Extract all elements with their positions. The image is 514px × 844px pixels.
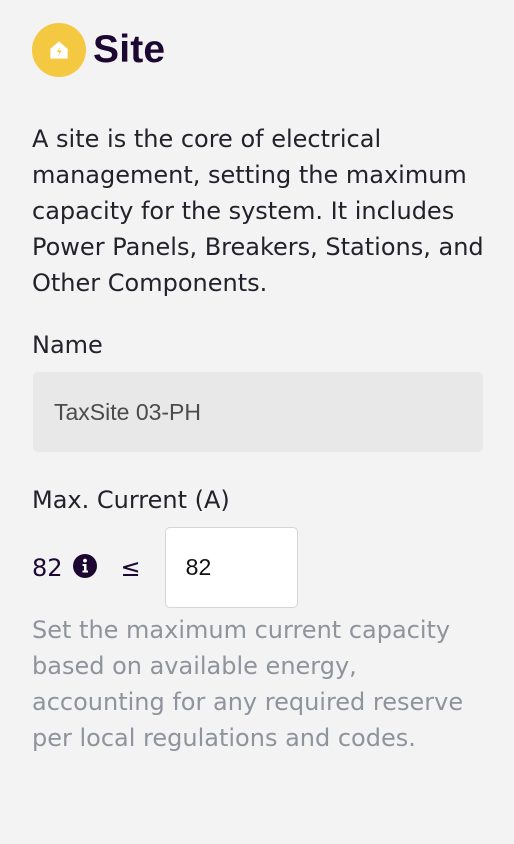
site-description: A site is the core of electrical managem… [32, 125, 484, 297]
max-current-row: 82 ≤ [32, 527, 298, 608]
max-current-label: Max. Current (A) [32, 486, 230, 514]
name-label: Name [32, 331, 103, 359]
max-current-available: 82 [32, 553, 63, 582]
site-header: Site [32, 23, 165, 77]
max-current-input[interactable] [164, 527, 298, 608]
info-icon[interactable] [72, 554, 97, 578]
name-input[interactable] [33, 372, 483, 452]
home-bolt-icon [32, 23, 86, 77]
max-current-help-text: Set the maximum current capacity based o… [32, 616, 464, 752]
page-title: Site [93, 28, 166, 71]
less-than-or-equal-sign: ≤ [120, 553, 141, 582]
